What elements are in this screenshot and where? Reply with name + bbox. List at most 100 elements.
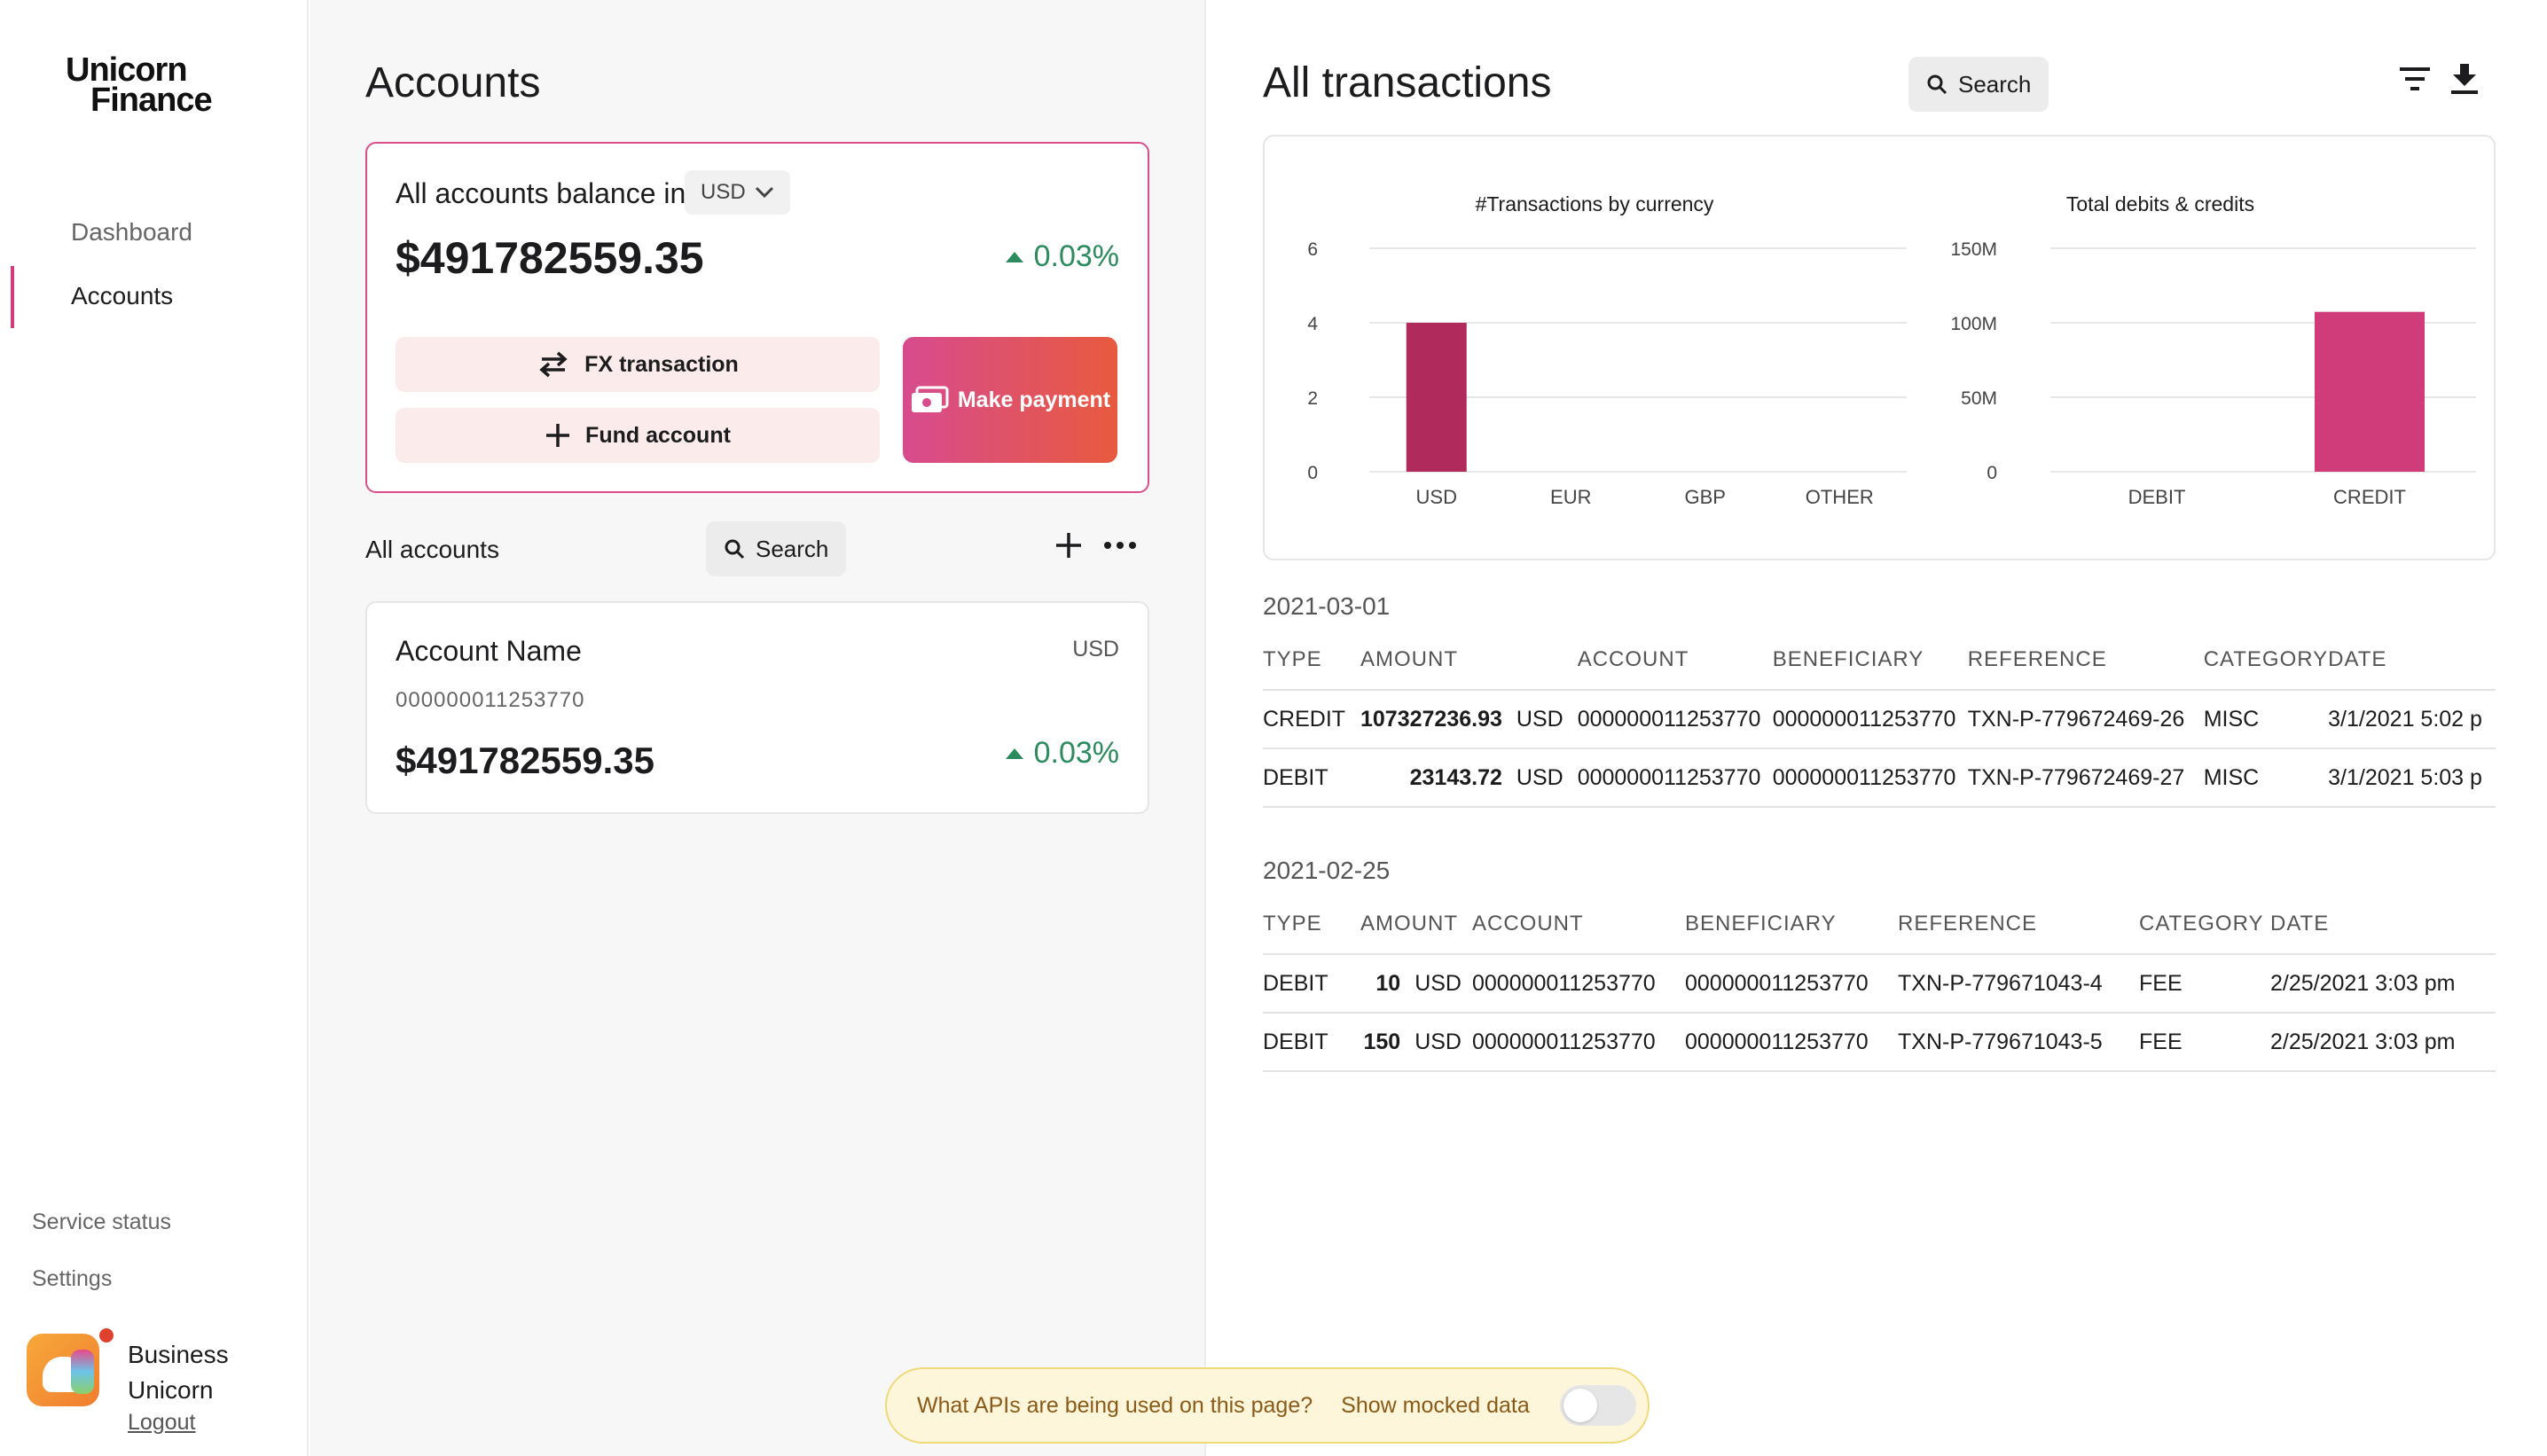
mocked-data-label: Show mocked data xyxy=(1341,1392,1530,1418)
table-row[interactable]: CREDIT 107327236.93 USD 000000011253770 0… xyxy=(1263,690,2496,749)
x-tick-label: DEBIT xyxy=(2128,486,2186,508)
account-change-value: 0.03% xyxy=(1033,736,1119,770)
cell-category: FEE xyxy=(2139,954,2270,1014)
cell-beneficiary: 000000011253770 xyxy=(1685,954,1898,1014)
x-tick-label: EUR xyxy=(1550,486,1591,508)
account-name: Account Name xyxy=(396,635,582,667)
balance-card: All accounts balance in USD $491782559.3… xyxy=(365,142,1149,493)
col-date: DATE xyxy=(2270,894,2496,955)
rainbow-mane-icon xyxy=(71,1350,94,1394)
transactions-search-label: Search xyxy=(1958,70,2032,98)
cell-reference: TXN-P-779671043-4 xyxy=(1898,954,2139,1014)
cell-account: 000000011253770 xyxy=(1472,954,1685,1014)
transactions-table: TYPE AMOUNT ACCOUNT BENEFICIARY REFERENC… xyxy=(1263,630,2496,808)
table-row[interactable]: DEBIT 10 USD 000000011253770 000000011253… xyxy=(1263,954,2496,1014)
sidebar: Unicorn Finance Dashboard Accounts Servi… xyxy=(0,0,309,1456)
more-options-icon[interactable] xyxy=(1103,536,1137,555)
charts: #Transactions by currency 0 2 4 6 USD EUR GBP OT… xyxy=(1307,192,2476,508)
cell-beneficiary: 000000011253770 xyxy=(1772,690,1968,749)
add-account-icon[interactable] xyxy=(1054,530,1084,560)
cell-reference: TXN-P-779672469-27 xyxy=(1967,748,2204,808)
make-payment-button[interactable]: Make payment xyxy=(903,337,1117,463)
y-tick-label: 0 xyxy=(1307,463,1318,483)
app-logo[interactable]: Unicorn Finance xyxy=(66,53,213,117)
cell-date: 2/25/2021 3:03 pm xyxy=(2270,954,2496,1014)
col-beneficiary: BENEFICIARY xyxy=(1772,630,1968,691)
sidebar-item-accounts[interactable]: Accounts xyxy=(71,282,173,310)
amount-value: 150 xyxy=(1363,1029,1401,1054)
cell-category: FEE xyxy=(2139,1013,2270,1072)
cell-reference: TXN-P-779671043-5 xyxy=(1898,1013,2139,1072)
total-balance: $491782559.35 xyxy=(396,233,704,283)
cell-amount: 150 USD xyxy=(1360,1013,1472,1072)
cell-account: 000000011253770 xyxy=(1472,1013,1685,1072)
cell-type: DEBIT xyxy=(1263,954,1360,1014)
table-row[interactable]: DEBIT 150 USD 000000011253770 00000001125… xyxy=(1263,1013,2496,1072)
amount-currency: USD xyxy=(1415,1029,1462,1054)
chevron-down-icon xyxy=(755,186,773,199)
api-question-link[interactable]: What APIs are being used on this page? xyxy=(917,1393,1313,1419)
y-tick-label: 0 xyxy=(1987,463,1997,483)
search-icon xyxy=(1927,74,1947,95)
y-tick-label: 100M xyxy=(1950,314,1997,334)
y-tick-label: 2 xyxy=(1307,388,1318,409)
transactions-panel: All transactions Search #Transactions by… xyxy=(1208,0,2547,1456)
fx-transaction-button[interactable]: FX transaction xyxy=(396,337,880,392)
table-row[interactable]: DEBIT 23143.72 USD 000000011253770 000000… xyxy=(1263,748,2496,808)
plus-icon xyxy=(546,424,570,447)
search-icon xyxy=(725,539,745,560)
col-account: ACCOUNT xyxy=(1472,894,1685,955)
y-tick-label: 150M xyxy=(1950,239,1997,260)
cell-reference: TXN-P-779672469-26 xyxy=(1967,690,2204,749)
cell-account: 000000011253770 xyxy=(1577,748,1773,808)
cell-amount: 107327236.93 USD xyxy=(1360,690,1578,749)
currency-select-value: USD xyxy=(701,180,746,204)
cell-beneficiary: 000000011253770 xyxy=(1772,748,1968,808)
cell-type: CREDIT xyxy=(1263,690,1360,749)
transactions-table: TYPE AMOUNT ACCOUNT BENEFICIARY REFERENC… xyxy=(1263,894,2496,1072)
filter-icon[interactable] xyxy=(2398,66,2432,92)
chart-title: Total debits & credits xyxy=(2066,192,2254,215)
transactions-search-button[interactable]: Search xyxy=(1908,57,2049,112)
account-card[interactable]: Account Name 000000011253770 USD $491782… xyxy=(365,601,1149,814)
col-beneficiary: BENEFICIARY xyxy=(1685,894,1898,955)
date-group-header: 2021-02-25 xyxy=(1263,857,1391,884)
accounts-search-button[interactable]: Search xyxy=(706,521,847,576)
bar-credit xyxy=(2315,311,2425,472)
download-icon[interactable] xyxy=(2449,62,2480,96)
swap-arrows-icon xyxy=(539,351,568,378)
col-reference: REFERENCE xyxy=(1967,630,2204,691)
x-tick-label: CREDIT xyxy=(2333,486,2406,508)
col-date: DATE xyxy=(2328,630,2496,691)
bar-usd xyxy=(1406,323,1467,472)
service-status-link[interactable]: Service status xyxy=(32,1209,171,1235)
account-balance: $491782559.35 xyxy=(396,740,654,781)
cell-type: DEBIT xyxy=(1263,748,1360,808)
fund-account-button[interactable]: Fund account xyxy=(396,408,880,463)
cell-amount: 10 USD xyxy=(1360,954,1472,1014)
banknote-icon xyxy=(911,386,949,412)
page-title: Accounts xyxy=(365,59,541,106)
y-tick-label: 50M xyxy=(1961,388,1997,409)
avatar[interactable] xyxy=(27,1334,99,1406)
active-nav-indicator xyxy=(11,266,14,328)
amount-value: 10 xyxy=(1375,970,1401,996)
x-tick-label: OTHER xyxy=(1806,486,1874,508)
cell-date: 2/25/2021 3:03 pm xyxy=(2270,1013,2496,1072)
currency-select[interactable]: USD xyxy=(685,170,790,215)
user-name: Business Unicorn xyxy=(128,1341,229,1404)
date-group-header: 2021-03-01 xyxy=(1263,592,1391,620)
all-accounts-label: All accounts xyxy=(365,536,499,563)
notification-dot xyxy=(99,1328,114,1342)
logout-link[interactable]: Logout xyxy=(128,1410,195,1436)
mocked-data-toggle[interactable] xyxy=(1559,1385,1636,1426)
cell-type: DEBIT xyxy=(1263,1013,1360,1072)
amount-currency: USD xyxy=(1516,764,1563,790)
sidebar-item-dashboard[interactable]: Dashboard xyxy=(71,218,192,247)
account-currency: USD xyxy=(1072,637,1119,661)
amount-value: 23143.72 xyxy=(1409,764,1502,790)
amount-value: 107327236.93 xyxy=(1360,706,1502,732)
y-tick-label: 6 xyxy=(1307,239,1318,260)
col-category: CATEGORY xyxy=(2203,630,2329,691)
settings-link[interactable]: Settings xyxy=(32,1266,112,1292)
